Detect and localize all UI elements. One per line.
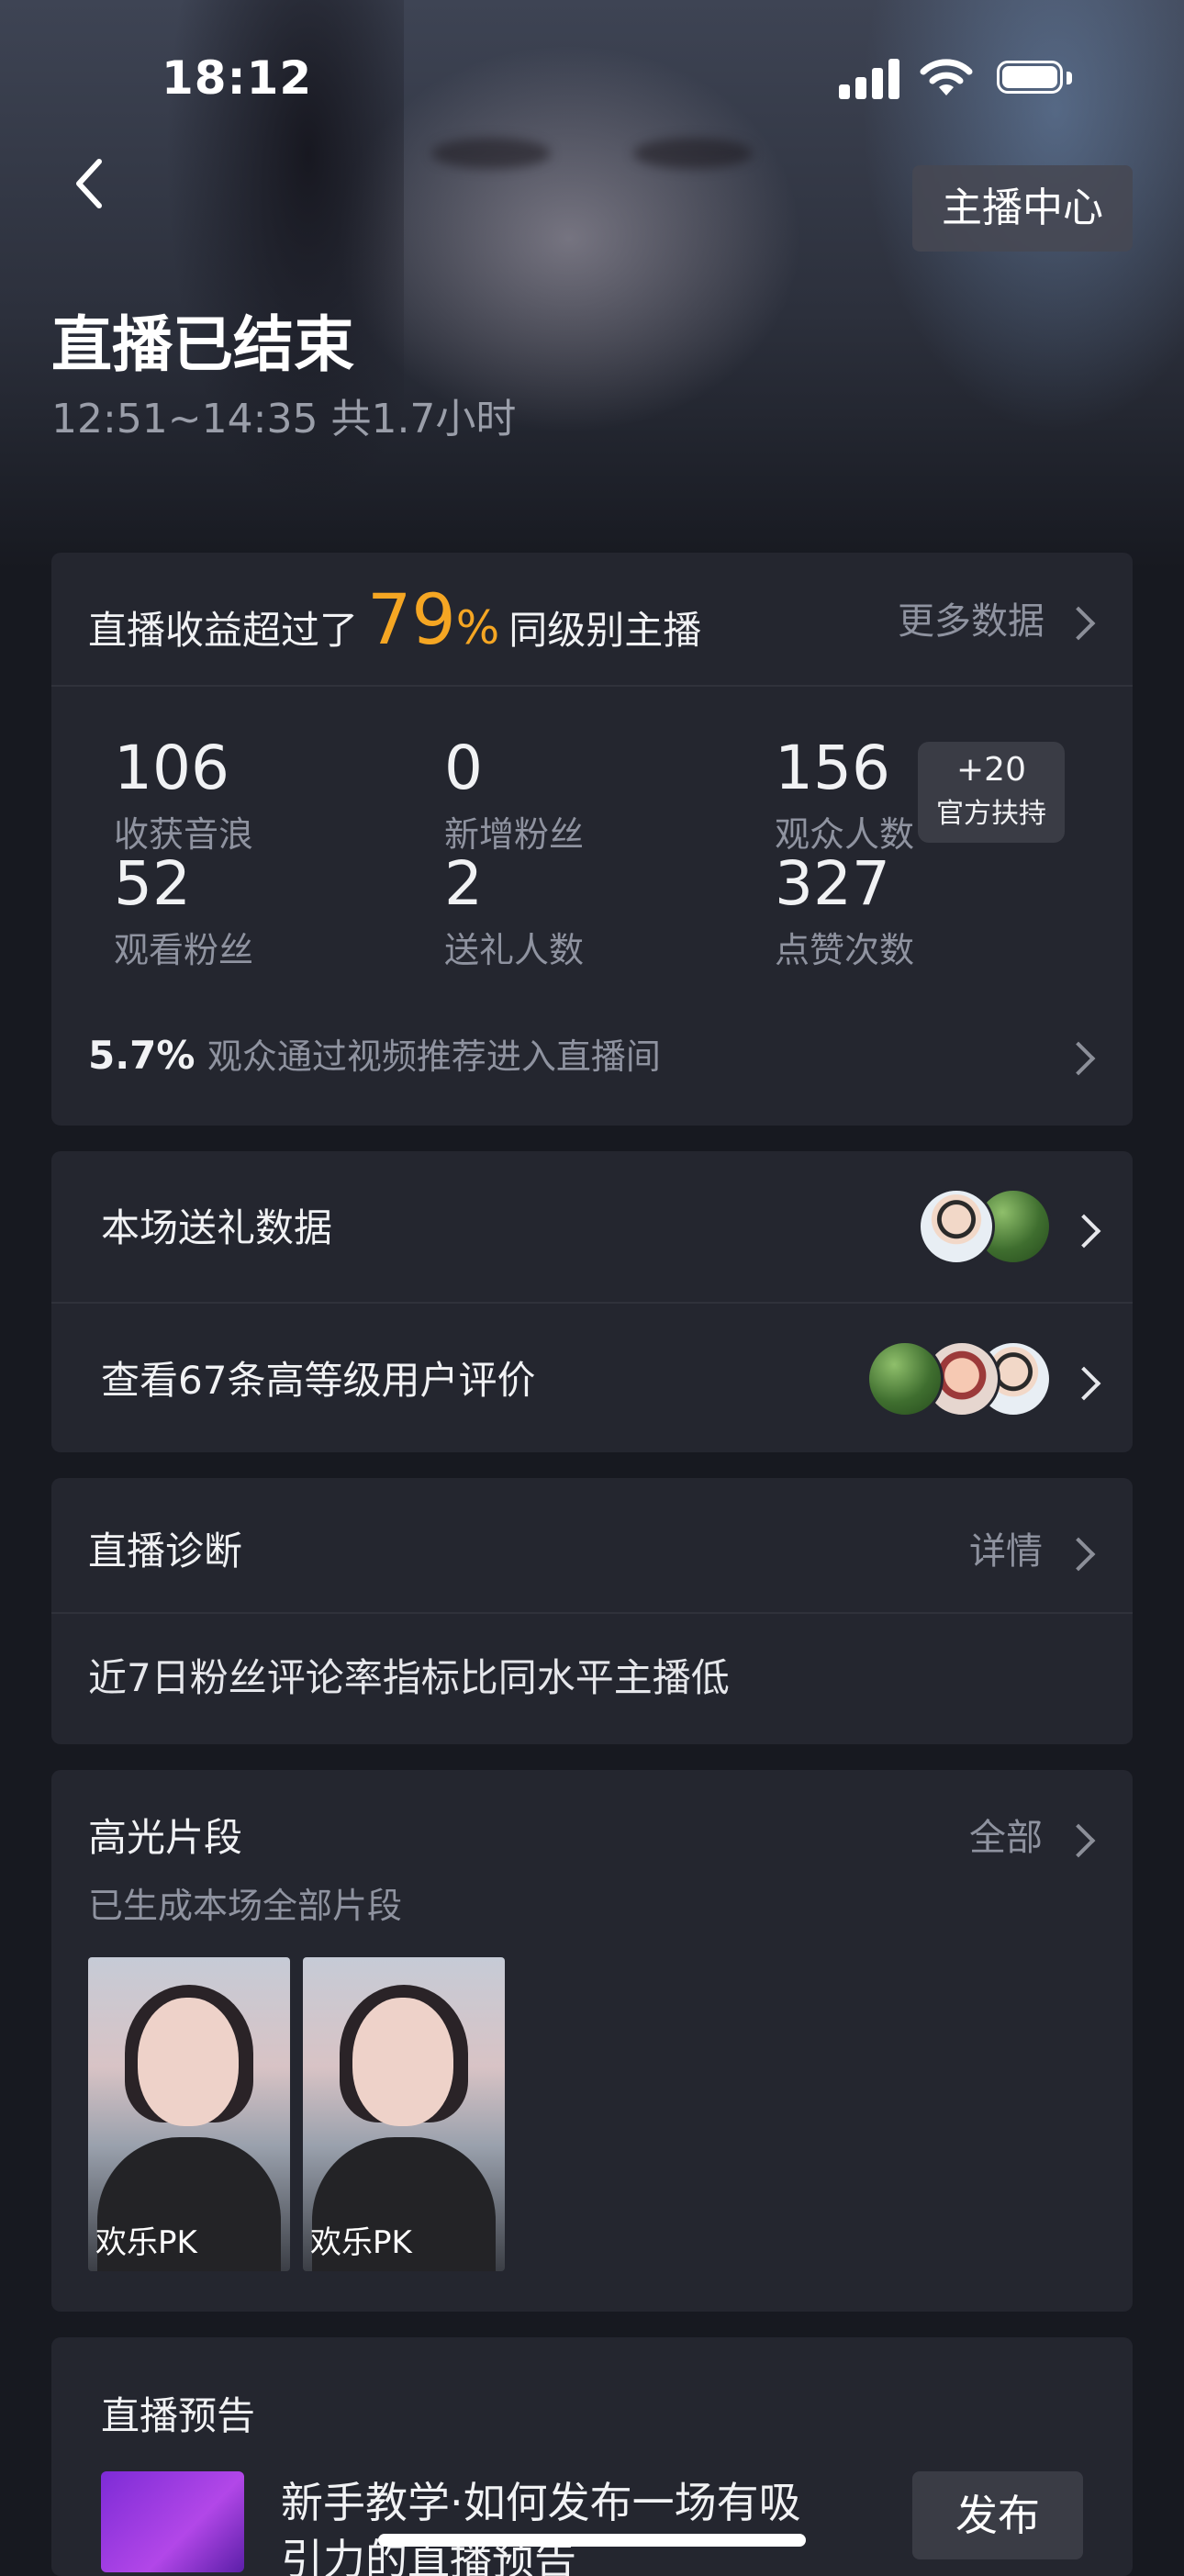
recommend-text: 观众通过视频推荐进入直播间 (207, 1036, 661, 1077)
hero-eye-left (431, 138, 551, 169)
preview-title: 直播预告 (101, 2393, 256, 2438)
rank-prefix: 直播收益超过了 (88, 608, 359, 653)
diagnosis-chevron-icon[interactable] (1061, 1537, 1096, 1572)
rank-value: 79 (367, 578, 456, 660)
stat-label: 观看粉丝 (114, 930, 254, 970)
rank-suffix: 同级别主播 (508, 608, 702, 653)
high-level-reviews-row[interactable]: 查看67条高等级用户评价 (101, 1355, 535, 1406)
badge-label: 官方扶持 (936, 798, 1046, 830)
rank-unit: % (455, 601, 500, 655)
stat-label: 送礼人数 (444, 930, 585, 970)
diagnosis-card: 直播诊断 详情 近7日粉丝评论率指标比同水平主播低 (51, 1478, 1133, 1744)
gift-card: 本场送礼数据 查看67条高等级用户评价 (51, 1151, 1133, 1452)
highlights-card: 高光片段 全部 已生成本场全部片段 欢乐PK 欢乐PK (51, 1770, 1133, 2312)
stat-value: 52 (114, 848, 191, 919)
cellular-signal-icon (839, 59, 899, 99)
highlights-chevron-icon[interactable] (1061, 1823, 1096, 1858)
back-arrow-icon[interactable] (64, 151, 119, 215)
live-duration: 12:51~14:35 共1.7小时 (51, 396, 517, 442)
highlight-clip-thumbnail[interactable]: 欢乐PK (88, 1957, 290, 2271)
highlights-subtitle: 已生成本场全部片段 (88, 1886, 403, 1926)
gift-data-chevron-icon[interactable] (1067, 1214, 1101, 1249)
stat-value: 106 (114, 733, 229, 803)
stats-card: 直播收益超过了 79% 同级别主播 更多数据 106 收获音浪 0 新增粉丝 156… (51, 553, 1133, 1126)
publish-button[interactable]: 发布 (912, 2471, 1083, 2559)
badge-count: +20 (956, 751, 1026, 789)
diagnosis-detail-link[interactable]: 详情 (969, 1526, 1043, 1577)
earnings-rank: 直播收益超过了 79% 同级别主播 (88, 585, 702, 655)
recommend-percent: 5.7% (88, 1033, 195, 1078)
highlight-clip-thumbnail[interactable]: 欢乐PK (303, 1957, 505, 2271)
diagnosis-title: 直播诊断 (88, 1529, 243, 1574)
anchor-center-button[interactable]: 主播中心 (912, 165, 1133, 252)
recommend-chevron-icon[interactable] (1061, 1041, 1096, 1076)
recommend-row[interactable]: 5.7% 观众通过视频推荐进入直播间 (88, 1030, 661, 1082)
stat-label: 点赞次数 (775, 930, 915, 970)
more-data-link[interactable]: 更多数据 (898, 597, 1044, 646)
battery-icon (997, 61, 1074, 97)
preview-tutorial-text[interactable]: 新手教学·如何发布一场有吸 (281, 2475, 801, 2530)
preview-tutorial-image[interactable] (101, 2471, 244, 2572)
gift-data-row[interactable]: 本场送礼数据 (101, 1203, 332, 1254)
diagnosis-divider (51, 1612, 1133, 1614)
page-title: 直播已结束 (51, 309, 354, 380)
highlights-all-link[interactable]: 全部 (969, 1812, 1043, 1864)
more-data-chevron-icon[interactable] (1061, 606, 1096, 641)
stat-value: 0 (444, 733, 483, 803)
reviews-chevron-icon[interactable] (1067, 1366, 1101, 1401)
gift-user-avatar (918, 1188, 995, 1265)
diagnosis-text: 近7日粉丝评论率指标比同水平主播低 (88, 1655, 730, 1700)
stat-value: 327 (775, 848, 890, 919)
stats-divider (51, 685, 1133, 687)
status-time: 18:12 (162, 51, 313, 105)
reviewer-avatar (866, 1340, 944, 1417)
stat-value: 2 (444, 848, 483, 919)
highlights-title: 高光片段 (88, 1815, 243, 1860)
clip-caption: 欢乐PK (310, 2224, 412, 2261)
wifi-icon (920, 59, 973, 95)
hero-eye-right (633, 138, 753, 169)
clip-caption: 欢乐PK (95, 2224, 197, 2261)
gift-divider (51, 1302, 1133, 1304)
home-indicator[interactable] (378, 2534, 806, 2547)
stat-value: 156 (775, 733, 890, 803)
official-support-badge: +20 官方扶持 (918, 742, 1065, 843)
